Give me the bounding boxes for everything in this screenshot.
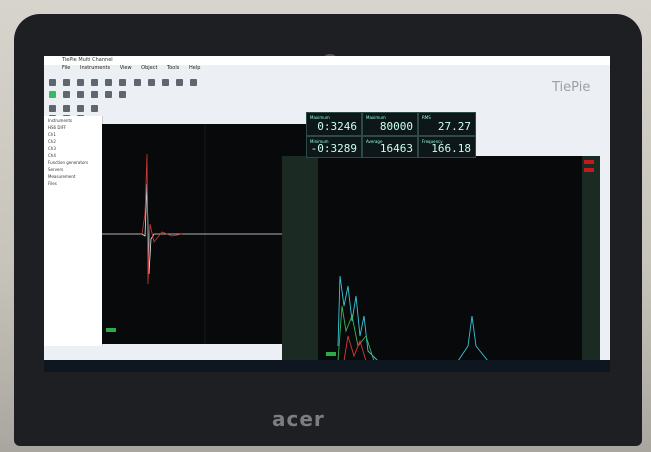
tree-item[interactable]: Ch2 (44, 137, 102, 144)
channel-green-indicator[interactable] (106, 328, 116, 332)
menu-help[interactable]: Help (189, 65, 200, 71)
tree-item[interactable]: Instruments (44, 116, 102, 123)
window-title: TiePie Multi Channel (62, 57, 113, 63)
trace-cyan (337, 275, 582, 362)
spectrum-right-axis (582, 156, 600, 362)
menu-file[interactable]: File (62, 65, 70, 71)
single-icon[interactable] (77, 91, 85, 98)
meter-average: Average 16463 (362, 136, 418, 158)
tree-item[interactable]: Measurement (44, 172, 102, 179)
channel-green-indicator[interactable] (326, 352, 336, 356)
meter-frequency: Frequency 166.18 (418, 136, 476, 158)
stop-icon[interactable] (63, 91, 71, 98)
trace-green (337, 305, 375, 362)
tree-item[interactable]: Files (44, 179, 102, 186)
meter-rms: RMS 27.27 (418, 112, 476, 136)
toolbar-row-2 (48, 84, 278, 98)
menu-view[interactable]: View (120, 65, 132, 71)
scope-display[interactable] (102, 124, 308, 344)
laptop-screen: TiePie Multi Channel File Instruments Vi… (44, 56, 610, 372)
record-length-icon[interactable] (91, 91, 99, 98)
spectrum-display[interactable] (318, 156, 582, 366)
scope-right-axis (282, 156, 318, 362)
meter-maximum-2: Maximum 80000 (362, 112, 418, 136)
tree-item[interactable]: Function generators (44, 158, 102, 165)
object-tree: Instruments HS6 DIFF Ch1 Ch2 Ch3 Ch4 Fun… (44, 116, 103, 346)
menu-object[interactable]: Object (141, 65, 157, 71)
run-icon[interactable] (49, 91, 56, 98)
tree-item[interactable]: Ch1 (44, 130, 102, 137)
tiepie-logo: TiePie (552, 80, 591, 95)
brand-logo: acer (272, 407, 325, 431)
tree-item[interactable]: Ch3 (44, 144, 102, 151)
meter-maximum: Maximum 0:3246 (306, 112, 362, 136)
sample-rate-icon[interactable] (105, 91, 113, 98)
menu-tools[interactable]: Tools (167, 65, 179, 71)
tree-item[interactable]: Servers (44, 165, 102, 172)
channel-red-indicator[interactable] (584, 160, 594, 164)
channel-red-indicator[interactable] (584, 168, 594, 172)
menu-bar: File Instruments View Object Tools Help (44, 65, 610, 72)
tree-item[interactable]: HS6 DIFF (44, 123, 102, 130)
resolution-icon[interactable] (119, 91, 127, 98)
scope-plot (102, 124, 308, 344)
tree-item[interactable]: Ch4 (44, 151, 102, 158)
windows-taskbar (44, 360, 610, 372)
window-titlebar: TiePie Multi Channel (44, 56, 610, 65)
meter-minimum: Minimum -0:3289 (306, 136, 362, 158)
spectrum-plot (337, 275, 582, 362)
toolbar-row-3 (48, 98, 278, 112)
toolbar-row-1 (48, 72, 278, 86)
menu-instruments[interactable]: Instruments (80, 65, 110, 71)
